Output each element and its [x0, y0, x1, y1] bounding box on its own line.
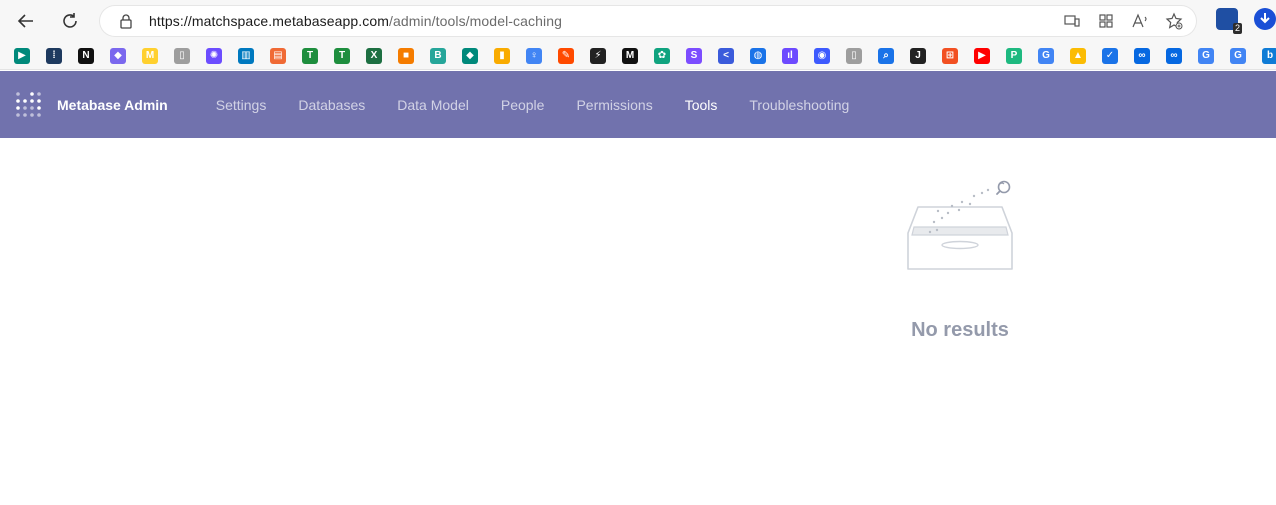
address-bar[interactable]: https://matchspace.metabaseapp.com/admin…: [100, 6, 1196, 36]
empty-state-message: No results: [911, 319, 1009, 341]
trello-icon[interactable]: ▥: [238, 47, 254, 64]
meta-alt-icon[interactable]: ∞: [1166, 47, 1182, 64]
openai-icon[interactable]: ✿: [654, 47, 670, 64]
p-icon[interactable]: P: [1006, 47, 1022, 64]
audio-icon[interactable]: ıl: [782, 47, 798, 64]
messenger-icon[interactable]: ◉: [814, 47, 830, 64]
meta-icon[interactable]: ∞: [1134, 47, 1150, 64]
refresh-button[interactable]: [53, 4, 87, 38]
nav-permissions[interactable]: Permissions: [560, 97, 668, 113]
nav-troubleshooting[interactable]: Troubleshooting: [733, 97, 865, 113]
back-button[interactable]: [9, 4, 43, 38]
admin-nav-links: Settings Databases Data Model People Per…: [200, 97, 866, 113]
url-path: /admin/tools/model-caching: [388, 13, 563, 29]
bing-icon[interactable]: b: [1262, 47, 1276, 64]
sheets-alt-icon[interactable]: T: [334, 47, 350, 64]
youtube-icon[interactable]: ▶: [974, 47, 990, 64]
url-host: https://matchspace.metabaseapp.com: [149, 13, 389, 29]
nav-databases[interactable]: Databases: [282, 97, 381, 113]
s-app-icon[interactable]: S: [686, 47, 702, 64]
reader-icon[interactable]: ▤: [270, 47, 286, 64]
back-arrow-icon: [17, 14, 33, 28]
url-text[interactable]: https://matchspace.metabaseapp.com/admin…: [149, 13, 562, 29]
analytics-icon[interactable]: ▮: [494, 47, 510, 64]
nav-people[interactable]: People: [485, 97, 561, 113]
refresh-icon: [63, 13, 77, 28]
search-icon[interactable]: ⌕: [878, 47, 894, 64]
spark-icon[interactable]: ✺: [206, 47, 222, 64]
brand-title[interactable]: Metabase Admin: [57, 97, 168, 113]
empty-state: No results: [860, 175, 1060, 355]
bubble-icon[interactable]: B: [430, 47, 446, 64]
j-icon[interactable]: J: [910, 47, 926, 64]
person-icon[interactable]: ♀: [526, 47, 542, 64]
clickup-icon[interactable]: ◆: [110, 47, 126, 64]
download-icon[interactable]: [1254, 8, 1276, 30]
device-icon[interactable]: [1062, 11, 1082, 31]
nav-data-model[interactable]: Data Model: [381, 97, 485, 113]
admin-nav: Metabase Admin Settings Databases Data M…: [0, 71, 1276, 138]
extension-badge: 2: [1232, 23, 1242, 34]
notion-icon[interactable]: N: [78, 47, 94, 64]
metabase-logo-icon[interactable]: [15, 90, 42, 120]
app-grid-icon[interactable]: [1096, 11, 1116, 31]
ads-icon[interactable]: ▲: [1070, 47, 1086, 64]
google-third-icon[interactable]: G: [1230, 47, 1246, 64]
address-actions: [1062, 11, 1184, 31]
cube-icon[interactable]: ■: [398, 47, 414, 64]
meet-icon[interactable]: ▶: [14, 47, 30, 64]
browser-toolbar: https://matchspace.metabaseapp.com/admin…: [0, 0, 1276, 42]
google-icon[interactable]: G: [1038, 47, 1054, 64]
apps-grid-icon[interactable]: ⁞: [46, 47, 62, 64]
lock-icon[interactable]: [118, 13, 134, 29]
nav-tools[interactable]: Tools: [669, 97, 734, 113]
sheets-icon[interactable]: T: [302, 47, 318, 64]
medium-icon[interactable]: M: [622, 47, 638, 64]
page-icon[interactable]: ▯: [846, 47, 862, 64]
extension-icon[interactable]: 2: [1216, 8, 1242, 34]
favorite-star-icon[interactable]: [1164, 11, 1184, 31]
shield-icon[interactable]: ✓: [1102, 47, 1118, 64]
google-alt-icon[interactable]: G: [1198, 47, 1214, 64]
zapier-icon[interactable]: ✎: [558, 47, 574, 64]
read-aloud-icon[interactable]: [1130, 11, 1150, 31]
microsoft-icon[interactable]: ⊞: [942, 47, 958, 64]
empty-box-icon: [907, 180, 1013, 270]
miro-icon[interactable]: M: [142, 47, 158, 64]
nav-settings[interactable]: Settings: [200, 97, 283, 113]
linear-icon[interactable]: <: [718, 47, 734, 64]
chat-icon[interactable]: ◍: [750, 47, 766, 64]
excel-icon[interactable]: X: [366, 47, 382, 64]
extension-area: 2: [1216, 8, 1276, 34]
doc-icon[interactable]: ▯: [174, 47, 190, 64]
diamond-icon[interactable]: ◆: [462, 47, 478, 64]
bolt-icon[interactable]: ⚡: [590, 47, 606, 64]
bookmarks-bar: ▶ ⁞ N ◆ M ▯ ✺ ▥ ▤ T T X ■ B ◆ ▮ ♀ ✎ ⚡ M ✿ S < ◍ ıl ◉ ▯ ⌕ J ⊞ ▶ P G ▲ ✓ ∞ ∞ G G…: [0, 42, 1276, 70]
